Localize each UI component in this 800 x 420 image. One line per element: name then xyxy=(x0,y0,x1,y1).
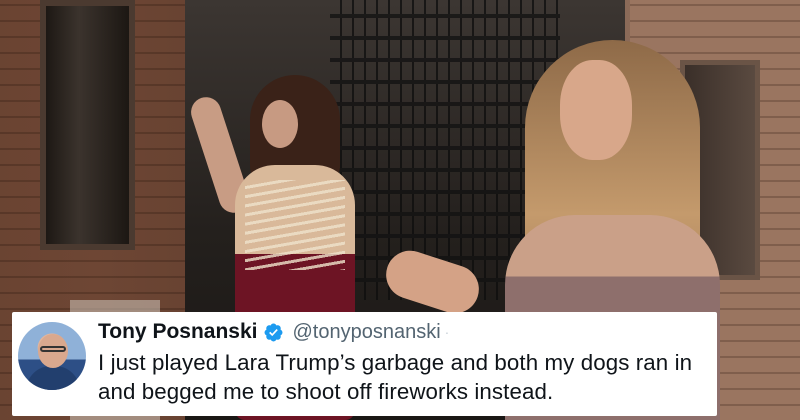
tweet-text: I just played Lara Trump’s garbage and b… xyxy=(98,350,693,404)
pearl-necklace xyxy=(245,180,345,270)
avatar[interactable] xyxy=(18,322,86,390)
meme-image: Tony Posnanski @tonyposnanski · I just p… xyxy=(0,0,800,420)
woman-right-face xyxy=(560,60,632,160)
tweet-card: Tony Posnanski @tonyposnanski · I just p… xyxy=(12,312,717,416)
avatar-body xyxy=(26,366,80,390)
verified-badge-icon xyxy=(263,322,284,343)
tweet-header: Tony Posnanski @tonyposnanski · xyxy=(98,317,449,347)
woman-left-face xyxy=(262,100,298,148)
handle[interactable]: @tonyposnanski xyxy=(292,321,440,344)
window-left-upper xyxy=(40,0,135,250)
separator-dot: · xyxy=(444,324,450,340)
display-name[interactable]: Tony Posnanski xyxy=(98,320,257,344)
avatar-glasses xyxy=(40,346,66,352)
